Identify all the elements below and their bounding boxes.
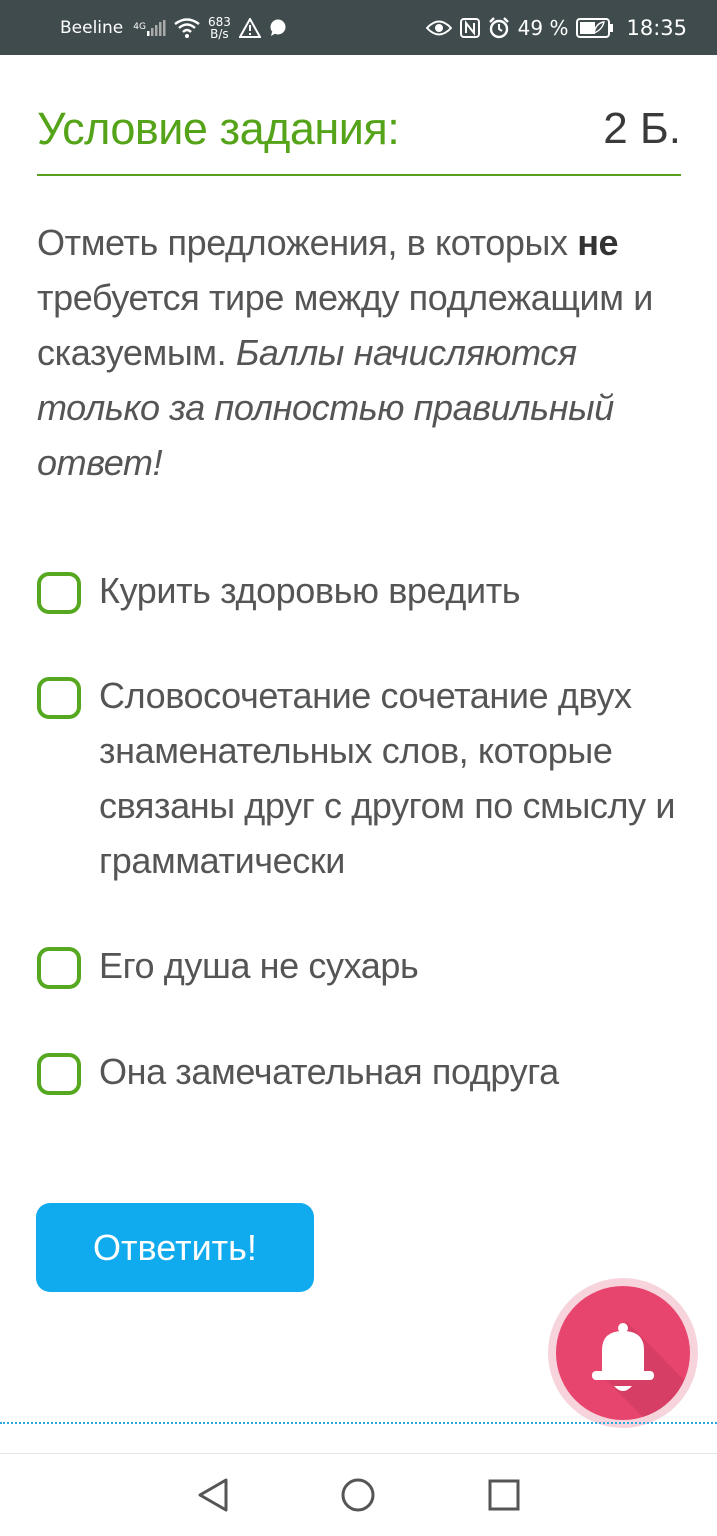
submit-answer-button[interactable]: Ответить! <box>36 1203 314 1292</box>
answer-option-1[interactable]: Курить здоровью вредить <box>37 563 677 618</box>
back-triangle-icon <box>198 1478 228 1512</box>
answer-option-label: Его душа не сухарь <box>99 945 419 986</box>
data-speed-unit: B/s <box>210 26 229 41</box>
task-header: Условие задания: 2 Б. <box>37 100 681 176</box>
data-speed: 683 B/s <box>208 16 231 40</box>
navigation-bar <box>0 1453 717 1536</box>
alarm-icon <box>488 16 510 39</box>
status-bar-right: 49 % 18:35 <box>425 15 687 40</box>
home-circle-icon <box>341 1478 375 1512</box>
question-text: Отметь предложения, в которых не требует… <box>37 215 677 490</box>
carrier-name: Beeline <box>60 17 124 38</box>
battery-icon <box>576 17 614 38</box>
checkbox-2[interactable] <box>37 677 81 719</box>
clock-time: 18:35 <box>626 15 687 40</box>
eye-icon <box>425 19 452 37</box>
task-title: Условие задания: <box>37 103 400 154</box>
status-bar-left: Beeline 4G 683 B/s <box>60 16 287 40</box>
checkbox-4[interactable] <box>37 1053 81 1095</box>
answer-option-3[interactable]: Его душа не сухарь <box>37 938 677 993</box>
cellular-signal-icon: 4G <box>131 19 166 36</box>
answer-option-2[interactable]: Словосочетание сочетание двух знаменател… <box>37 668 677 888</box>
wifi-icon <box>174 17 200 38</box>
notifications-fab[interactable] <box>548 1278 698 1428</box>
battery-percent: 49 % <box>517 15 569 40</box>
nav-home-button[interactable] <box>328 1465 388 1525</box>
answer-option-label: Словосочетание сочетание двух знаменател… <box>99 675 676 881</box>
question-negation: не <box>577 222 619 263</box>
network-type: 4G <box>133 22 146 32</box>
notifications-fab-inner <box>556 1286 690 1420</box>
chat-bubble-icon <box>269 19 287 37</box>
recents-square-icon <box>488 1479 520 1511</box>
nfc-icon <box>459 17 480 38</box>
nav-recents-button[interactable] <box>474 1465 534 1525</box>
answer-option-label: Курить здоровью вредить <box>99 570 521 611</box>
bell-icon <box>592 1321 690 1420</box>
answer-option-label: Она замечательная подруга <box>99 1051 559 1092</box>
answer-option-4[interactable]: Она замечательная подруга <box>37 1044 677 1099</box>
nav-back-button[interactable] <box>183 1465 243 1525</box>
warning-icon <box>238 17 261 38</box>
divider-dotted <box>0 1422 717 1424</box>
status-bar: Beeline 4G 683 B/s 49 % 18:35 <box>0 0 717 55</box>
question-part1: Отметь предложения, в которых <box>37 222 578 263</box>
answer-options: Курить здоровью вредить Словосочетание с… <box>37 560 677 1099</box>
checkbox-1[interactable] <box>37 572 81 614</box>
checkbox-3[interactable] <box>37 947 81 989</box>
task-points: 2 Б. <box>603 104 681 153</box>
